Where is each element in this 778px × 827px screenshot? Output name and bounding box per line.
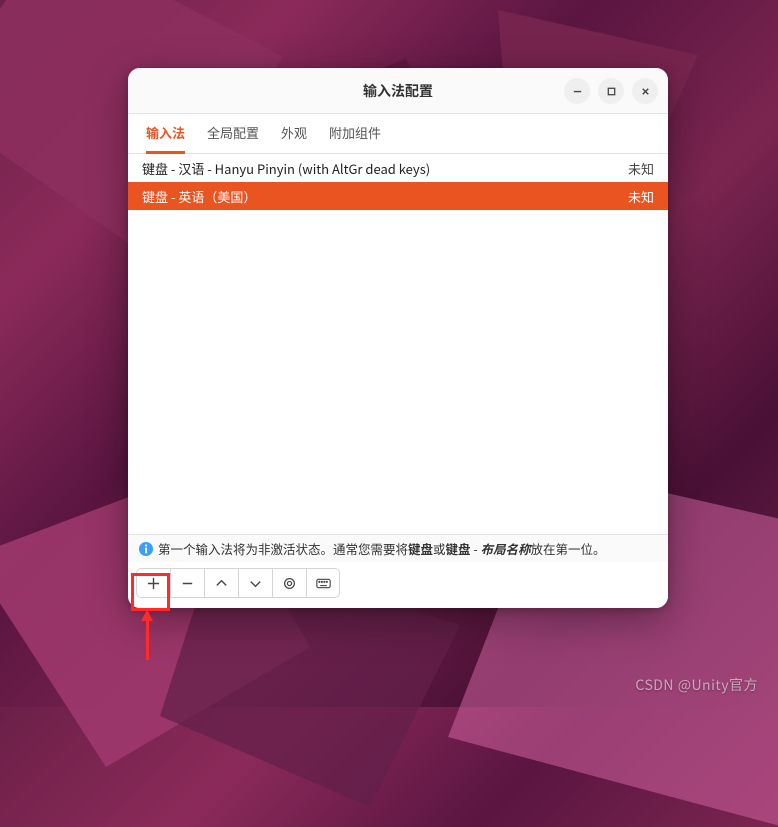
add-button[interactable] (136, 568, 170, 598)
plus-icon (146, 576, 161, 591)
minimize-icon (572, 86, 583, 97)
window-controls (564, 78, 658, 104)
tab-appearance[interactable]: 外观 (281, 114, 307, 154)
annotation-arrow (146, 612, 149, 660)
toolbar (128, 562, 668, 608)
close-button[interactable] (632, 78, 658, 104)
close-icon (640, 86, 651, 97)
list-empty-area (128, 210, 668, 534)
minus-icon (180, 576, 195, 591)
window-title: 输入法配置 (363, 81, 433, 101)
minimize-button[interactable] (564, 78, 590, 104)
titlebar: 输入法配置 (128, 68, 668, 114)
im-status: 未知 (628, 187, 654, 206)
chevron-down-icon (248, 576, 263, 591)
remove-button[interactable] (170, 568, 204, 598)
keyboard-icon (316, 576, 331, 591)
tab-input-method[interactable]: 输入法 (146, 114, 185, 154)
im-name: 键盘 - 汉语 - Hanyu Pinyin (with AltGr dead … (142, 159, 628, 178)
tab-global-config[interactable]: 全局配置 (207, 114, 259, 154)
input-method-list: 键盘 - 汉语 - Hanyu Pinyin (with AltGr dead … (128, 154, 668, 210)
move-down-button[interactable] (238, 568, 272, 598)
configure-button[interactable] (272, 568, 306, 598)
list-item[interactable]: 键盘 - 汉语 - Hanyu Pinyin (with AltGr dead … (128, 154, 668, 182)
maximize-button[interactable] (598, 78, 624, 104)
input-method-config-window: 输入法配置 输入法 全局配置 外观 附加组件 键盘 - 汉语 - Hanyu P… (128, 68, 668, 608)
tabs: 输入法 全局配置 外观 附加组件 (128, 114, 668, 154)
im-name: 键盘 - 英语（美国） (142, 187, 628, 206)
maximize-icon (606, 86, 617, 97)
keyboard-button[interactable] (306, 568, 340, 598)
gear-icon (282, 576, 297, 591)
im-status: 未知 (628, 159, 654, 178)
list-item[interactable]: 键盘 - 英语（美国） 未知 (128, 182, 668, 210)
chevron-up-icon (214, 576, 229, 591)
info-icon (138, 541, 154, 557)
hint-bar: 第一个输入法将为非激活状态。通常您需要将键盘或键盘 - 布局名称放在第一位。 (128, 534, 668, 562)
watermark: CSDN @Unity官方 (635, 675, 758, 695)
hint-text: 第一个输入法将为非激活状态。通常您需要将键盘或键盘 - 布局名称放在第一位。 (158, 539, 606, 558)
move-up-button[interactable] (204, 568, 238, 598)
tab-addons[interactable]: 附加组件 (329, 114, 381, 154)
